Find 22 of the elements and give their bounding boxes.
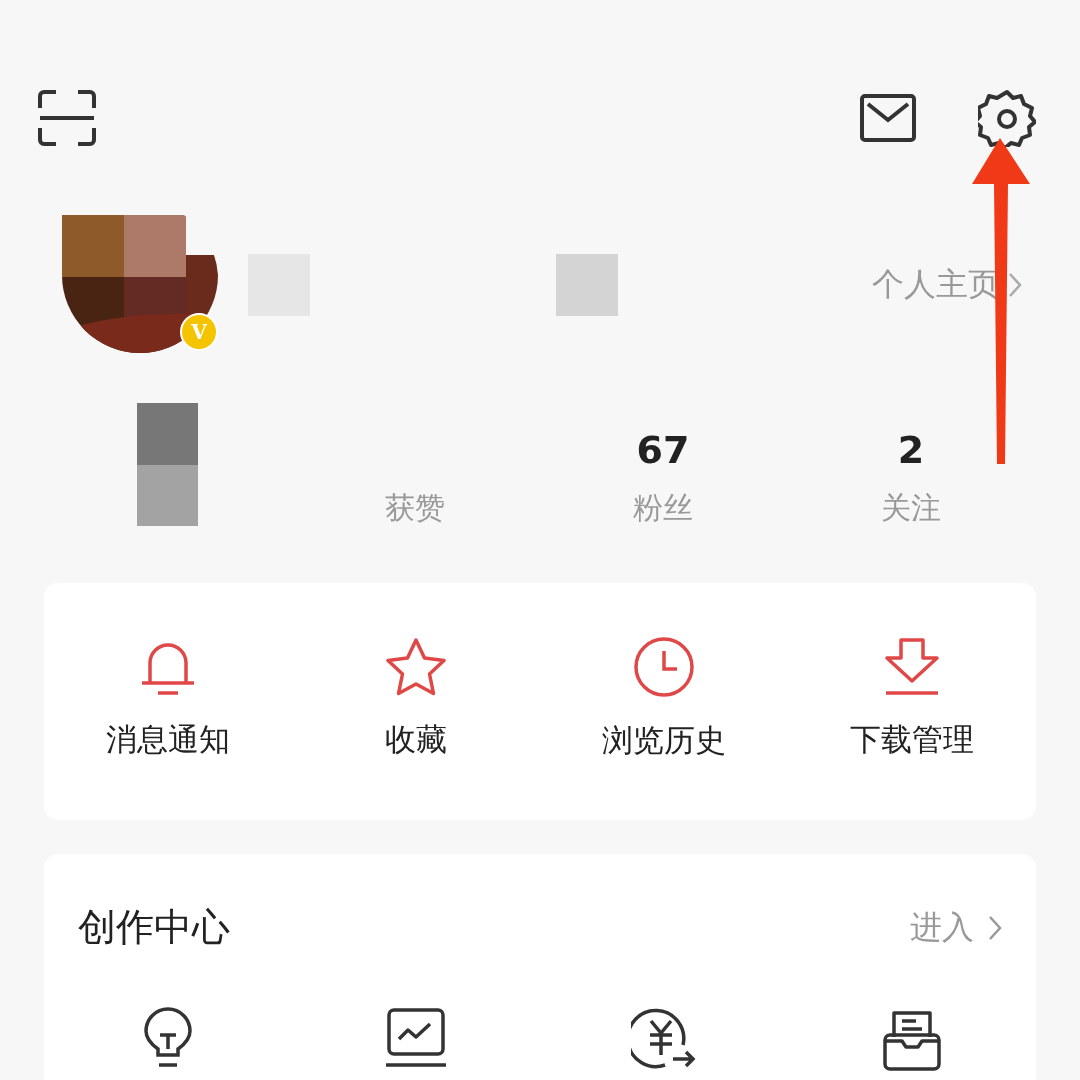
mail-icon[interactable]	[860, 94, 916, 142]
clock-icon	[633, 635, 695, 698]
quick-action[interactable]: 下载管理	[788, 583, 1036, 820]
redaction-block	[556, 254, 618, 316]
stat-count: 67	[636, 428, 690, 472]
settings-icon[interactable]	[978, 89, 1036, 147]
quick-action[interactable]: 收藏	[292, 583, 540, 820]
quick-action[interactable]: 消息通知	[44, 583, 292, 820]
quick-action[interactable]: 浏览历史	[540, 583, 788, 820]
chevron-icon	[1008, 272, 1022, 298]
currency-transfer-icon[interactable]	[631, 1007, 697, 1069]
chart-screen-icon[interactable]	[385, 1007, 447, 1067]
scan-icon[interactable]	[38, 90, 96, 146]
section-title: 创作中心	[78, 904, 230, 951]
stat-label: 粉丝	[633, 490, 693, 526]
stat-count: 2	[897, 428, 925, 472]
stat-label: 关注	[881, 490, 941, 526]
chevron-icon	[988, 914, 1002, 941]
star-icon	[384, 636, 448, 697]
download-icon	[882, 636, 942, 697]
stat-label: 获赞	[385, 490, 445, 526]
verified-badge: V	[180, 313, 218, 351]
